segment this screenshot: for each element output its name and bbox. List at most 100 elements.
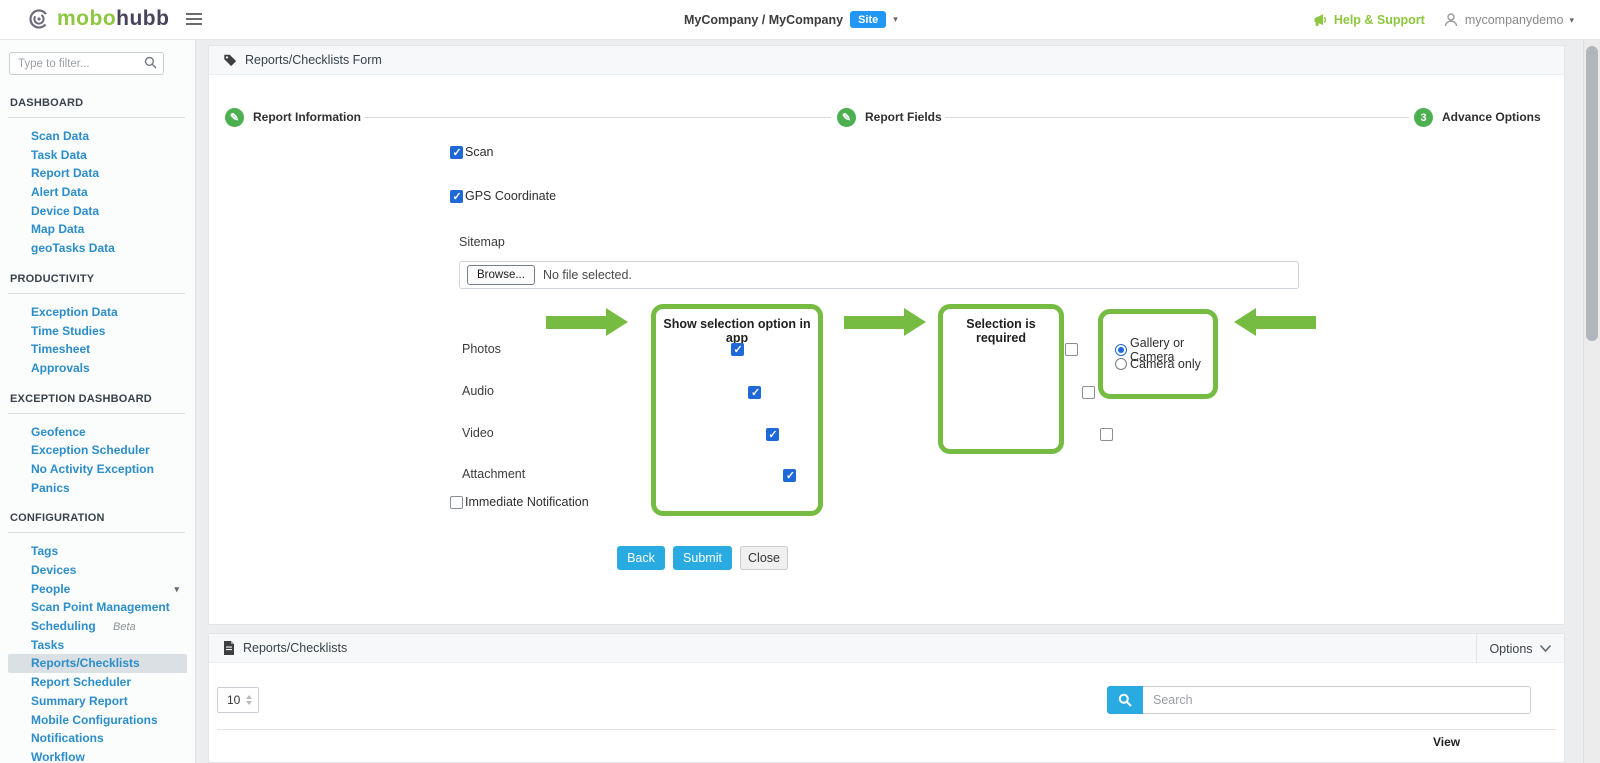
back-button[interactable]: Back — [617, 546, 665, 570]
sidebar-filter — [9, 52, 164, 75]
video-required-checkbox[interactable] — [1100, 428, 1113, 441]
sidebar-item-people[interactable]: People ▾ — [8, 580, 187, 599]
app-logo[interactable]: mobohubb — [28, 7, 169, 31]
wizard-step-report-information[interactable]: ✎ Report Information — [225, 108, 364, 127]
audio-required-checkbox[interactable] — [1082, 386, 1095, 399]
sidebar-item-scan-point-management[interactable]: Scan Point Management — [8, 598, 187, 617]
wizard-step-report-fields[interactable]: ✎ Report Fields — [837, 108, 945, 127]
document-icon — [223, 641, 235, 655]
show-selection-header: Show selection option in app — [656, 317, 818, 345]
scan-checkbox[interactable] — [450, 146, 463, 159]
audio-show-checkbox[interactable] — [748, 386, 761, 399]
company-context[interactable]: MyCompany / MyCompany Site ▾ — [684, 11, 898, 28]
search-input[interactable] — [1143, 686, 1531, 714]
submit-button[interactable]: Submit — [673, 546, 732, 570]
beta-badge: Beta — [113, 621, 136, 633]
gps-coordinate-checkbox[interactable] — [450, 190, 463, 203]
sidebar-item-no-activity-exception[interactable]: No Activity Exception — [8, 460, 187, 479]
photos-label: Photos — [462, 342, 501, 356]
divider — [8, 413, 185, 414]
sidebar-item-report-scheduler[interactable]: Report Scheduler — [8, 673, 187, 692]
megaphone-icon — [1313, 13, 1328, 27]
help-support-label: Help & Support — [1334, 13, 1425, 27]
sidebar: DASHBOARD Scan Data Task Data Report Dat… — [0, 40, 196, 763]
top-header: mobohubb MyCompany / MyCompany Site ▾ He… — [0, 0, 1600, 40]
chevron-down-icon: ▾ — [174, 580, 179, 599]
hamburger-menu-icon[interactable] — [186, 13, 202, 28]
sidebar-item-tasks[interactable]: Tasks — [8, 636, 187, 655]
scrollbar-thumb[interactable] — [1586, 46, 1598, 341]
sidebar-item-device-data[interactable]: Device Data — [8, 202, 187, 221]
file-status-text: No file selected. — [543, 268, 632, 282]
gallery-or-camera-radio[interactable] — [1115, 344, 1127, 356]
green-arrow-left-icon — [1234, 308, 1316, 336]
main-content: Reports/Checklists Form ✎ Report Informa… — [196, 40, 1600, 763]
sidebar-item-scheduling[interactable]: Scheduling Beta — [8, 617, 187, 636]
company-context-label: MyCompany / MyCompany — [684, 13, 843, 27]
wizard-connector — [359, 117, 831, 118]
sidebar-filter-input[interactable] — [9, 52, 164, 75]
sidebar-item-exception-scheduler[interactable]: Exception Scheduler — [8, 441, 187, 460]
sidebar-section-title: CONFIGURATION — [10, 512, 195, 524]
header-right-group: Help & Support mycompanydemo ▾ — [1313, 0, 1574, 40]
user-menu[interactable]: mycompanydemo ▾ — [1443, 12, 1574, 28]
sidebar-item-task-data[interactable]: Task Data — [8, 146, 187, 165]
attachment-show-checkbox[interactable] — [783, 469, 796, 482]
list-panel-title: Reports/Checklists — [243, 641, 347, 655]
sidebar-item-report-data[interactable]: Report Data — [8, 164, 187, 183]
scan-checkbox-row: Scan — [450, 145, 494, 159]
search-button[interactable] — [1107, 686, 1143, 714]
camera-only-radio[interactable] — [1115, 358, 1127, 370]
sidebar-item-map-data[interactable]: Map Data — [8, 220, 187, 239]
page-size-value: 10 — [227, 693, 240, 707]
sidebar-item-alert-data[interactable]: Alert Data — [8, 183, 187, 202]
chevron-down-icon: ▾ — [1569, 15, 1574, 26]
sidebar-item-mobile-configurations[interactable]: Mobile Configurations — [8, 711, 187, 730]
immediate-notification-label: Immediate Notification — [465, 495, 589, 509]
sidebar-item-tags[interactable]: Tags — [8, 542, 187, 561]
sidebar-item-geofence[interactable]: Geofence — [8, 423, 187, 442]
sidebar-item-geotasks-data[interactable]: geoTasks Data — [8, 239, 187, 258]
logo-hubb: hubb — [116, 7, 169, 30]
video-show-checkbox[interactable] — [766, 428, 779, 441]
audio-label: Audio — [462, 384, 494, 398]
options-dropdown[interactable]: Options — [1476, 634, 1564, 663]
page-scrollbar[interactable] — [1583, 40, 1600, 763]
chevron-down-icon: ▾ — [893, 14, 898, 25]
user-menu-label: mycompanydemo — [1465, 13, 1564, 27]
wizard-step-advance-options[interactable]: 3 Advance Options — [1414, 108, 1544, 127]
sidebar-item-approvals[interactable]: Approvals — [8, 359, 187, 378]
show-selection-highlight-box: Show selection option in app — [651, 304, 823, 516]
page-size-select[interactable]: 10 — [217, 687, 259, 713]
selection-required-header: Selection is required — [943, 317, 1059, 345]
divider — [8, 532, 185, 533]
sidebar-item-notifications[interactable]: Notifications — [8, 729, 187, 748]
sidebar-item-summary-report[interactable]: Summary Report — [8, 692, 187, 711]
sitemap-file-input[interactable]: Browse... No file selected. — [459, 261, 1299, 289]
user-icon — [1443, 12, 1459, 28]
sidebar-item-reports-checklists[interactable]: Reports/Checklists — [8, 654, 187, 673]
close-button[interactable]: Close — [740, 546, 788, 570]
photos-required-checkbox[interactable] — [1065, 343, 1078, 356]
sidebar-item-workflow[interactable]: Workflow — [8, 748, 187, 763]
search-icon — [144, 56, 157, 69]
sidebar-item-timesheet[interactable]: Timesheet — [8, 340, 187, 359]
search-icon — [1118, 693, 1132, 707]
logo-rings-icon — [28, 8, 50, 30]
immediate-notification-row: Immediate Notification — [450, 495, 589, 509]
reports-checklists-form-panel: Reports/Checklists Form ✎ Report Informa… — [208, 45, 1565, 625]
step-complete-pencil-icon: ✎ — [225, 108, 244, 127]
sidebar-item-scan-data[interactable]: Scan Data — [8, 127, 187, 146]
sidebar-item-exception-data[interactable]: Exception Data — [8, 303, 187, 322]
browse-button[interactable]: Browse... — [467, 265, 535, 285]
chevron-down-icon — [1539, 644, 1552, 653]
photos-show-checkbox[interactable] — [731, 343, 744, 356]
sitemap-label: Sitemap — [459, 235, 505, 249]
sidebar-item-panics[interactable]: Panics — [8, 479, 187, 498]
sidebar-item-time-studies[interactable]: Time Studies — [8, 322, 187, 341]
immediate-notification-checkbox[interactable] — [450, 496, 463, 509]
sidebar-item-label: Scheduling — [31, 619, 96, 633]
logo-text: mobohubb — [57, 7, 169, 31]
sidebar-item-devices[interactable]: Devices — [8, 561, 187, 580]
help-support-link[interactable]: Help & Support — [1313, 13, 1425, 27]
